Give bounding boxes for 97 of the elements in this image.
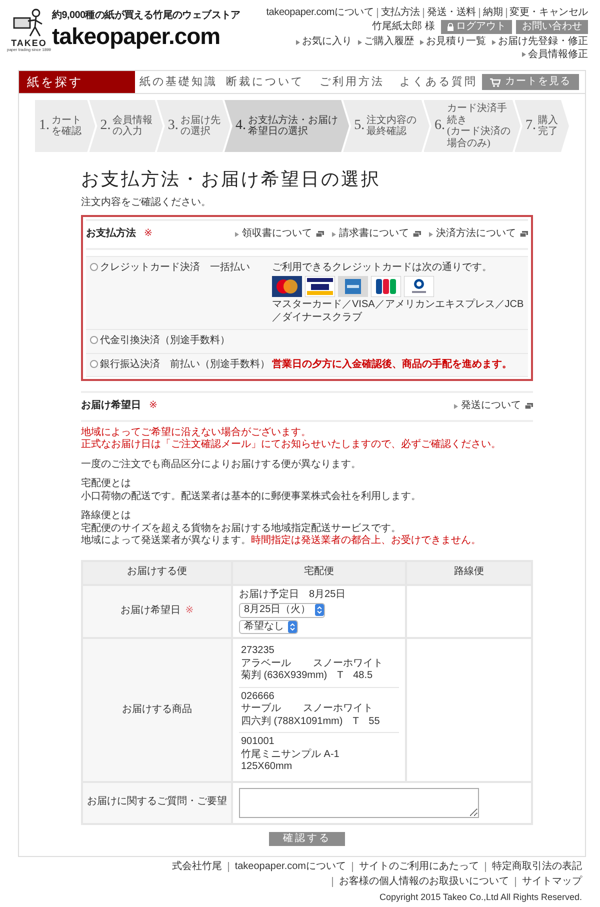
product-size: 菊判 (636X939mm) T 48.5 — [241, 670, 374, 682]
cart-icon — [490, 78, 501, 86]
product-color: スノーホワイト — [313, 658, 383, 670]
chevron-icon — [358, 40, 362, 45]
product-color: スノーホワイト — [303, 703, 373, 716]
notice-text: 小口荷物の配送です。配送業者は基本的に郵便事業株式会社を利用します。 — [81, 490, 422, 503]
three-panel-card-icon — [371, 276, 401, 297]
chevron-icon — [332, 232, 336, 237]
account-link[interactable]: 会員情報修正 — [522, 48, 588, 61]
footer-link[interactable]: サイトマップ — [515, 877, 588, 887]
card-caption: マスターカード／VISA／アメリカンエキスプレス／JCB／ダイナースクラブ — [272, 299, 524, 324]
option-label: クレジットカード決済 一括払い — [100, 262, 250, 274]
nav-item[interactable]: 断裁について — [222, 71, 308, 93]
nav-item[interactable]: 紙を探す — [19, 71, 135, 93]
product-size: 125X60mm — [241, 761, 294, 774]
product-code: 901001 — [241, 736, 276, 748]
column-header: お届けする便 — [82, 560, 232, 584]
nav-item[interactable]: 紙の基礎知識 — [135, 71, 222, 93]
product-name: 竹尾ミニサンプル A-1 — [241, 748, 340, 761]
top-link[interactable]: 納期 — [478, 8, 506, 18]
round-emblem-card-icon — [404, 276, 434, 297]
banded-card-icon — [305, 276, 335, 297]
new-window-icon — [316, 231, 324, 238]
required-mark: ※ — [149, 400, 158, 412]
card-note: ご利用できるクレジットカードは次の通りです。 — [272, 262, 493, 274]
section-heading: お届け希望日 — [81, 400, 141, 412]
chevron-icon — [454, 404, 458, 409]
circles-card-icon — [272, 276, 302, 297]
account-link[interactable]: お気に入り — [296, 36, 352, 48]
notice-text: 一度のご注文でも商品区分によりお届けする便が異なります。 — [81, 458, 362, 471]
radio-button[interactable] — [90, 336, 98, 344]
chevron-icon — [522, 52, 526, 58]
section-heading: お支払方法 — [86, 228, 136, 240]
row-label: お届けする商品 — [122, 704, 192, 714]
new-window-icon — [520, 231, 528, 238]
product-code: 273235 — [241, 645, 276, 658]
footer-link[interactable]: お客様の個人情報のお取扱いについて — [332, 877, 515, 887]
chevron-icon — [296, 40, 300, 45]
chevron-icon — [420, 40, 424, 45]
new-window-icon — [413, 231, 421, 238]
lock-icon — [447, 23, 454, 31]
row-label: お届け希望日 — [120, 605, 180, 616]
footer-link[interactable]: 式会社竹尾 — [166, 862, 228, 872]
select-arrow-icon — [288, 620, 297, 633]
info-link[interactable]: 決済方法について — [429, 228, 528, 240]
top-link[interactable]: 発送・送料 — [422, 8, 479, 18]
product-code: 026666 — [241, 690, 276, 702]
product-name: アラベール — [241, 658, 291, 670]
info-link[interactable]: 領収書について — [235, 228, 324, 240]
user-name: 竹尾紙太郎 様 — [372, 20, 435, 34]
account-link[interactable]: ご購入履歴 — [358, 36, 414, 48]
square-card-icon — [338, 276, 368, 297]
notice-text: 地域によって発送業者が異なります。時間指定は発送業者の都合上、お受けできません。 — [81, 535, 482, 548]
copyright-text: Copyright 2015 Takeo Co.,Ltd All Rights Reserved. — [380, 892, 582, 904]
notice-text: 路線便とは — [81, 510, 132, 522]
product-size: 四六判 (788X1091mm) T 55 — [241, 716, 381, 728]
column-header: 宅配便 — [232, 560, 406, 584]
select-arrow-icon — [314, 604, 324, 616]
info-link[interactable]: 請求書について — [332, 228, 421, 240]
radio-button[interactable] — [90, 262, 98, 270]
column-header: 路線便 — [406, 560, 532, 584]
nav-item[interactable]: ご利用方法 — [308, 71, 396, 93]
account-link[interactable]: お見積り一覧 — [420, 36, 486, 48]
required-mark: ※ — [185, 605, 194, 616]
radio-button[interactable] — [90, 360, 98, 368]
option-label: 銀行振込決済 前払い（別途手数料） — [100, 358, 270, 371]
chevron-icon — [429, 232, 433, 237]
option-label: 代金引換決済（別途手数料） — [100, 335, 230, 348]
nav-item[interactable]: よくある質問 — [395, 71, 482, 93]
account-link[interactable]: お届け先登録・修正 — [492, 36, 588, 48]
logo-text: TAKEO — [11, 39, 47, 48]
top-link[interactable]: takeopaper.comについて — [263, 8, 377, 18]
top-link[interactable]: 支払方法 — [376, 8, 423, 18]
notice-text: 正式なお届け日は「ご注文確認メール」にてお知らせいたしますので、必ずご確認ください。 — [81, 439, 502, 452]
new-window-icon — [525, 403, 533, 410]
notice-text: 地域によってご希望に沿えない場合がございます。 — [81, 426, 312, 438]
intro-text: 注文内容をご確認ください。 — [81, 196, 212, 209]
notice-text: 宅配便とは — [81, 478, 132, 490]
footer-link[interactable]: takeopaper.comについて — [228, 862, 352, 872]
required-mark: ※ — [144, 228, 152, 240]
row-label: お届けに関するご質問・ご要望 — [87, 796, 227, 808]
product-name: サーブル — [241, 703, 281, 716]
request-textarea[interactable] — [239, 788, 479, 818]
date-select[interactable]: 8月25日（火） — [239, 603, 325, 618]
chevron-icon — [235, 232, 239, 237]
chevron-icon — [492, 40, 496, 45]
catchphrase: 約9,000種の紙が買える竹尾のウェブストア — [52, 10, 240, 22]
info-link[interactable]: 発送について — [454, 400, 533, 412]
scheduled-date: お届け予定日 8月25日 — [239, 588, 347, 601]
notice-text: 宅配便のサイズを超える貨物をお届けする地域指定配送サービスです。 — [81, 522, 402, 534]
footer-link[interactable]: サイトのご利用にあたって — [352, 862, 485, 872]
time-select[interactable]: 希望なし — [239, 620, 298, 634]
footer-link[interactable]: 特定商取引法の表記 — [485, 862, 588, 872]
page-title: お支払方法・お届け希望日の選択 — [81, 168, 382, 190]
payment-notice: 営業日の夕方に入金確認後、商品の手配を進めます。 — [272, 358, 513, 371]
top-link[interactable]: 変更・キャンセル — [506, 8, 588, 18]
site-title: takeopaper.com — [52, 22, 222, 49]
